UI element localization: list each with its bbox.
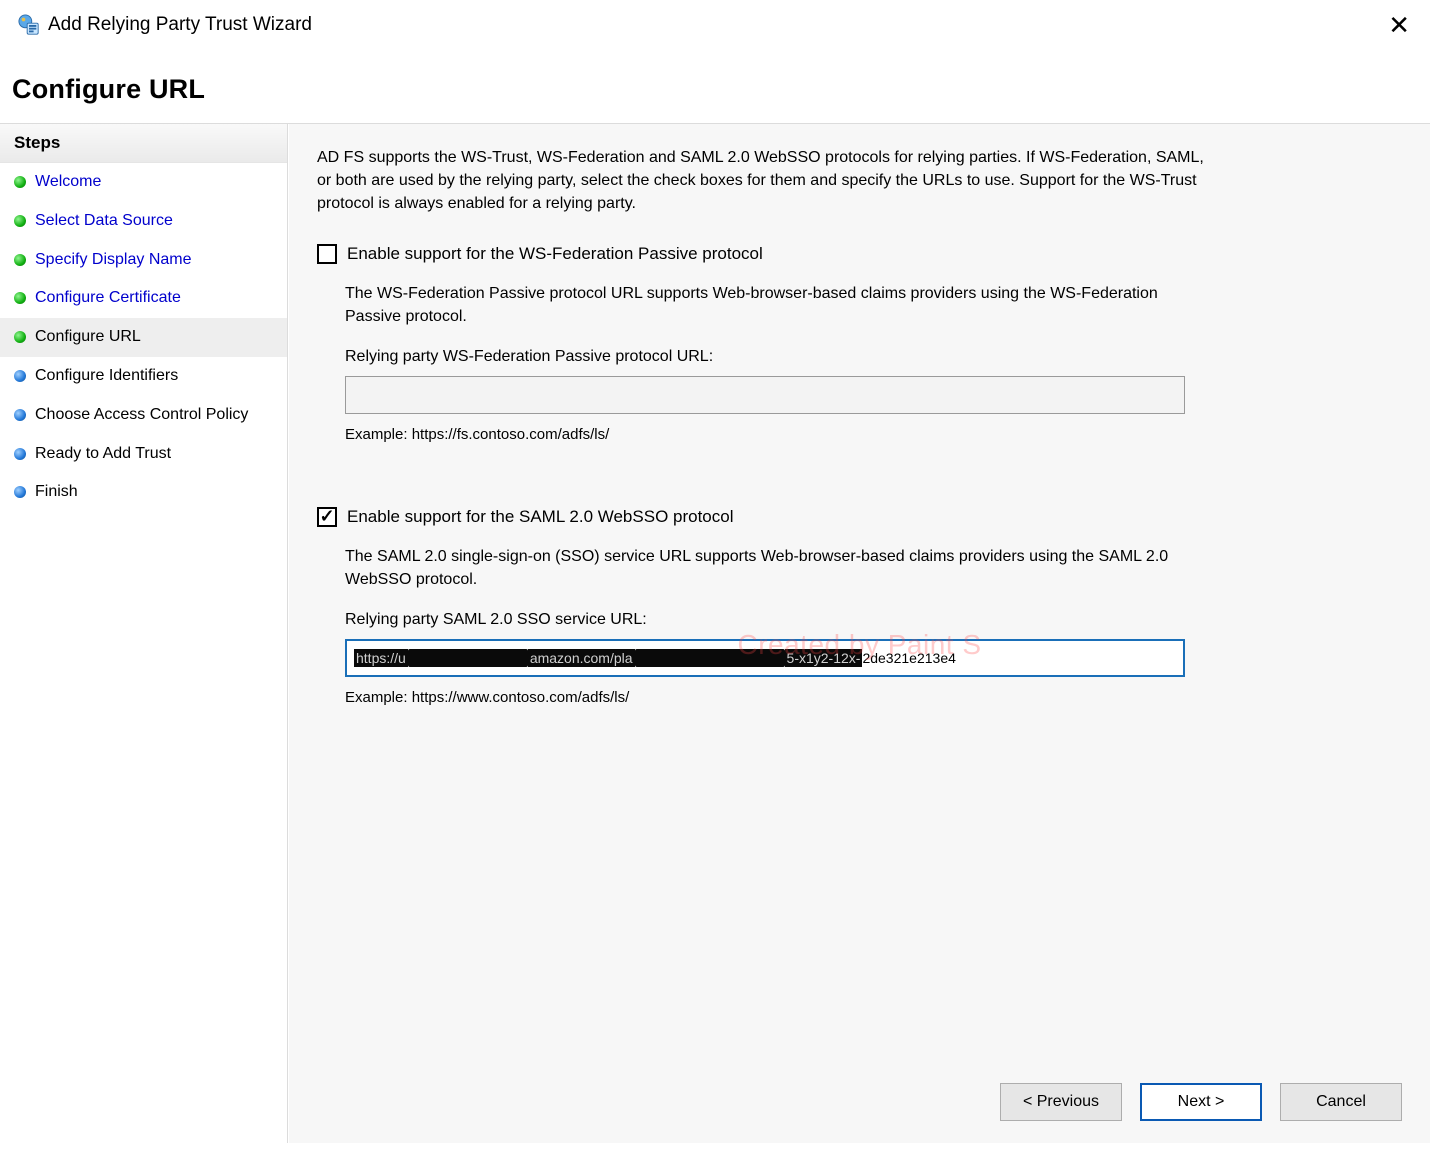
saml-description: The SAML 2.0 single-sign-on (SSO) servic… xyxy=(345,545,1175,591)
step-specify-display-name[interactable]: Specify Display Name xyxy=(0,241,287,280)
wsfed-example: Example: https://fs.contoso.com/adfs/ls/ xyxy=(345,426,1402,443)
wsfed-checkbox-label: Enable support for the WS-Federation Pas… xyxy=(347,244,763,264)
previous-button[interactable]: < Previous xyxy=(1000,1083,1122,1121)
step-configure-certificate[interactable]: Configure Certificate xyxy=(0,279,287,318)
saml-checkbox-label: Enable support for the SAML 2.0 WebSSO p… xyxy=(347,507,734,527)
close-button[interactable]: ✕ xyxy=(1382,10,1416,40)
saml-url-seg1: https://u xyxy=(354,649,408,667)
step-configure-identifiers[interactable]: Configure Identifiers xyxy=(0,357,287,396)
saml-checkbox-row: Enable support for the SAML 2.0 WebSSO p… xyxy=(317,507,1402,527)
steps-header: Steps xyxy=(0,124,287,163)
saml-url-label: Relying party SAML 2.0 SSO service URL: xyxy=(345,611,1402,629)
step-label: Configure URL xyxy=(35,327,141,348)
step-label: Choose Access Control Policy xyxy=(35,405,248,426)
redacted-segment xyxy=(635,649,785,667)
step-ready-to-add-trust[interactable]: Ready to Add Trust xyxy=(0,435,287,474)
step-finish[interactable]: Finish xyxy=(0,473,287,512)
intro-text: AD FS supports the WS-Trust, WS-Federati… xyxy=(317,146,1217,216)
step-bullet-icon xyxy=(14,254,26,266)
wsfed-checkbox[interactable] xyxy=(317,244,337,264)
titlebar: Add Relying Party Trust Wizard ✕ xyxy=(0,0,1430,48)
button-bar: < Previous Next > Cancel xyxy=(1000,1083,1402,1121)
next-button[interactable]: Next > xyxy=(1140,1083,1262,1121)
step-bullet-icon xyxy=(14,176,26,188)
step-label: Welcome xyxy=(35,172,101,193)
wsfed-url-label: Relying party WS-Federation Passive prot… xyxy=(345,348,1402,366)
wsfed-checkbox-row: Enable support for the WS-Federation Pas… xyxy=(317,244,1402,264)
saml-url-input[interactable]: https://u amazon.com/pla 5-x1y2-12x- 2de… xyxy=(345,639,1185,677)
cancel-button[interactable]: Cancel xyxy=(1280,1083,1402,1121)
step-bullet-icon xyxy=(14,331,26,343)
body-area: Steps Welcome Select Data Source Specify… xyxy=(0,123,1430,1143)
title-left: Add Relying Party Trust Wizard xyxy=(18,14,312,36)
saml-url-seg2: amazon.com/pla xyxy=(528,649,635,667)
redacted-segment xyxy=(408,649,528,667)
step-bullet-icon xyxy=(14,486,26,498)
page-heading: Configure URL xyxy=(0,48,1430,123)
step-bullet-icon xyxy=(14,409,26,421)
content-panel: AD FS supports the WS-Trust, WS-Federati… xyxy=(288,124,1430,1143)
adfs-wizard-icon xyxy=(18,14,40,36)
step-bullet-icon xyxy=(14,215,26,227)
step-label: Configure Identifiers xyxy=(35,366,178,387)
steps-sidebar: Steps Welcome Select Data Source Specify… xyxy=(0,124,288,1143)
step-bullet-icon xyxy=(14,370,26,382)
step-welcome[interactable]: Welcome xyxy=(0,163,287,202)
step-label: Configure Certificate xyxy=(35,288,181,309)
wsfed-description: The WS-Federation Passive protocol URL s… xyxy=(345,282,1175,328)
wsfed-url-input[interactable] xyxy=(345,376,1185,414)
step-bullet-icon xyxy=(14,448,26,460)
saml-checkbox[interactable] xyxy=(317,507,337,527)
saml-example: Example: https://www.contoso.com/adfs/ls… xyxy=(345,689,1402,706)
step-select-data-source[interactable]: Select Data Source xyxy=(0,202,287,241)
step-label: Ready to Add Trust xyxy=(35,444,171,465)
step-configure-url[interactable]: Configure URL xyxy=(0,318,287,357)
step-bullet-icon xyxy=(14,292,26,304)
window-title: Add Relying Party Trust Wizard xyxy=(48,14,312,36)
step-choose-access-control-policy[interactable]: Choose Access Control Policy xyxy=(0,396,287,435)
step-label: Specify Display Name xyxy=(35,250,192,271)
step-label: Finish xyxy=(35,482,78,503)
saml-url-seg4: 2de321e213e4 xyxy=(862,650,955,666)
step-label: Select Data Source xyxy=(35,211,173,232)
saml-url-seg3: 5-x1y2-12x- xyxy=(785,649,863,667)
